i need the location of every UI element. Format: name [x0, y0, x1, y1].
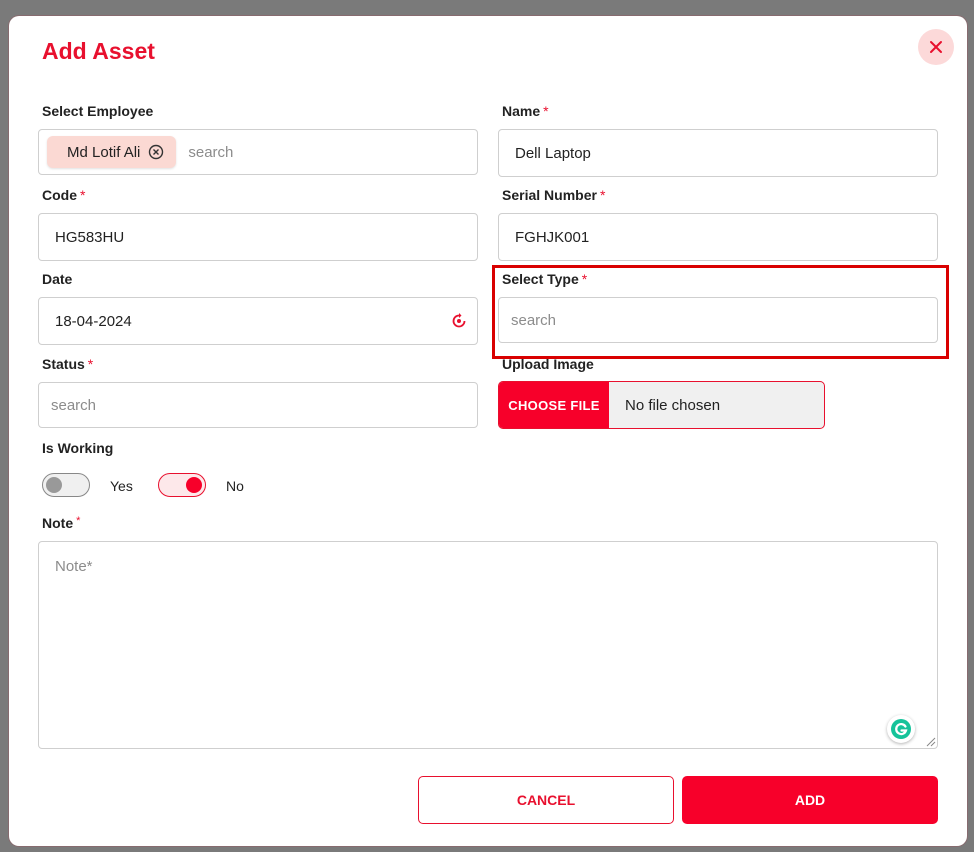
working-no-toggle[interactable] — [158, 473, 206, 497]
employee-search-placeholder: search — [188, 143, 234, 161]
note-textarea[interactable]: Note* — [38, 541, 938, 749]
upload-image-label: Upload Image — [502, 356, 594, 372]
close-icon — [930, 41, 942, 53]
choose-file-button[interactable]: CHOOSE FILE — [499, 382, 609, 428]
date-label: Date — [42, 271, 73, 287]
close-button[interactable] — [918, 29, 954, 65]
serial-number-label: Serial Number * — [502, 187, 606, 203]
name-value: Dell Laptop — [515, 144, 591, 162]
status-placeholder: search — [51, 396, 97, 414]
name-label: Name * — [502, 103, 549, 119]
dialog-title: Add Asset — [42, 38, 155, 64]
employee-chip: Md Lotif Ali — [47, 136, 177, 168]
cancel-button[interactable]: CANCEL — [418, 776, 674, 824]
remove-chip-icon[interactable] — [148, 144, 164, 160]
employee-label: Select Employee — [42, 103, 154, 119]
note-label: Note * — [42, 515, 81, 531]
name-input[interactable]: Dell Laptop — [498, 129, 938, 177]
status-label: Status * — [42, 356, 94, 372]
note-placeholder: Note* — [55, 558, 93, 575]
add-button[interactable]: ADD — [682, 776, 938, 824]
working-no-label: No — [226, 478, 244, 494]
date-value: 18-04-2024 — [55, 312, 132, 330]
employee-select[interactable]: Md Lotif Ali search — [38, 129, 478, 175]
serial-number-input[interactable]: FGHJK001 — [498, 213, 938, 261]
serial-number-value: FGHJK001 — [515, 228, 590, 246]
highlight-box — [492, 265, 949, 359]
code-value: HG583HU — [55, 228, 125, 246]
status-select[interactable]: search — [38, 382, 478, 428]
working-yes-toggle[interactable] — [42, 473, 90, 497]
code-input[interactable]: HG583HU — [38, 213, 478, 261]
file-status: No file chosen — [625, 396, 721, 414]
file-upload[interactable]: CHOOSE FILE No file chosen — [498, 381, 825, 429]
employee-chip-label: Md Lotif Ali — [67, 143, 141, 161]
grammarly-icon[interactable] — [887, 715, 915, 743]
is-working-label: Is Working — [42, 440, 114, 456]
toggle-knob — [186, 477, 202, 493]
calendar-reset-icon[interactable] — [450, 312, 468, 330]
code-label: Code * — [42, 187, 86, 203]
working-yes-label: Yes — [110, 478, 133, 494]
grammarly-g-icon — [891, 719, 911, 739]
date-input[interactable]: 18-04-2024 — [38, 297, 478, 345]
resize-handle-icon[interactable] — [926, 737, 936, 747]
toggle-knob — [46, 477, 62, 493]
